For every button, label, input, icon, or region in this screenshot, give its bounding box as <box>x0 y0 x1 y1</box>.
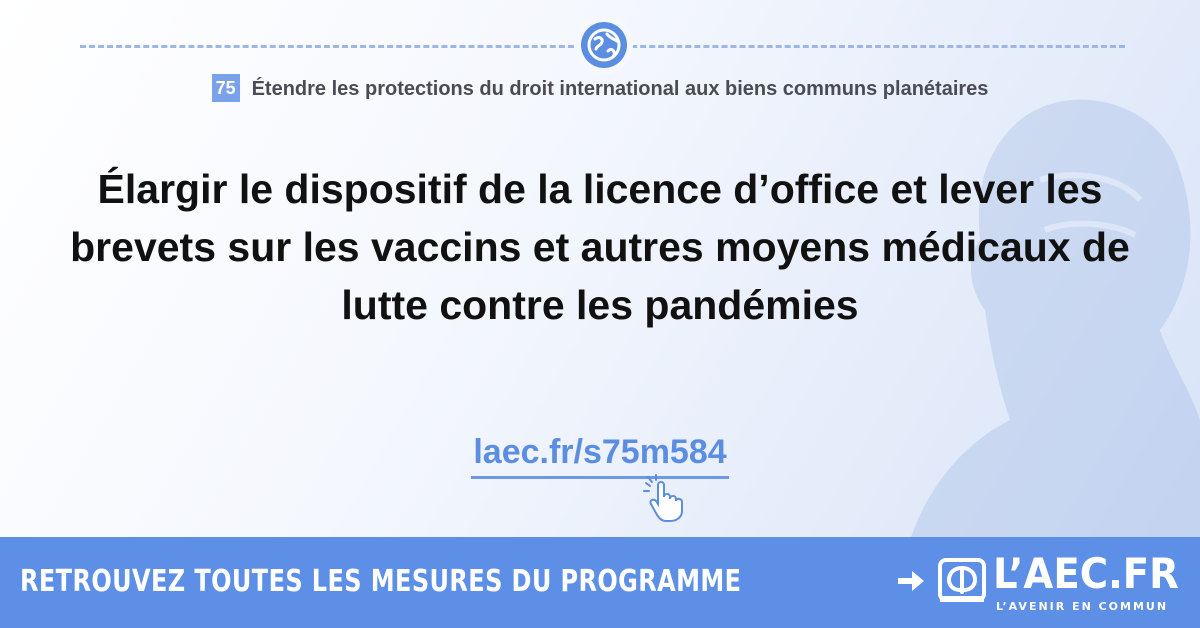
short-link-container: laec.fr/s75m584 <box>0 433 1200 479</box>
short-link[interactable]: laec.fr/s75m584 <box>471 433 729 479</box>
program-banner[interactable]: RETROUVEZ TOUTES LES MESURES DU PROGRAMM… <box>0 537 1200 628</box>
pointer-hand-icon <box>643 474 683 522</box>
section-number-badge: 75 <box>211 73 240 102</box>
logo-tagline: L’AVENIR EN COMMUN <box>996 600 1169 613</box>
measure-headline: Élargir le dispositif de la licence d’of… <box>70 166 1130 328</box>
arrow-right-icon <box>898 571 924 591</box>
section-title: Étendre les protections du droit interna… <box>251 78 989 100</box>
globe-icon <box>581 22 627 68</box>
logo-wordmark: L’AEC.FR <box>993 549 1179 598</box>
banner-cta-text: RETROUVEZ TOUTES LES MESURES DU PROGRAMM… <box>20 564 742 599</box>
logo-icon <box>938 558 986 602</box>
section-heading: 75 Étendre les protections du droit inter… <box>0 73 1200 104</box>
